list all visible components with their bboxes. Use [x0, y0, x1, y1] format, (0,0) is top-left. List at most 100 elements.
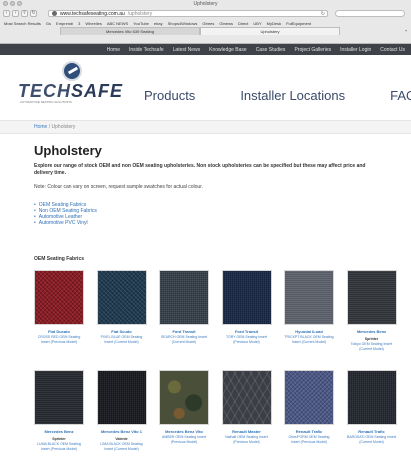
swatch-description[interactable]: AMBER OEM Seating Insert (Previous Model…: [159, 435, 209, 444]
swatch-card[interactable]: Ford Transit TORY OEM Seating Insert (Pre…: [221, 270, 272, 344]
fabric-swatch-image[interactable]: [159, 270, 209, 325]
techsafe-logo[interactable]: TECHSAFE AUTOMOTIVE SEATING SOLUTIONS: [18, 61, 138, 104]
swatch-title[interactable]: Renault Trafic: [347, 429, 397, 434]
tab-upholstery[interactable]: Upholstery: [200, 27, 340, 35]
swatch-title[interactable]: Mercedes Benz Vito: [159, 429, 209, 434]
site-nav-home[interactable]: Home: [107, 47, 120, 53]
swatch-title[interactable]: Ford Transit: [159, 329, 209, 334]
bookmark-item[interactable]: Direct: [238, 21, 248, 26]
swatch-card[interactable]: Ford Transit SEARCH OEM Seating Insert (C…: [159, 270, 209, 344]
share-icon[interactable]: ⇧: [21, 10, 28, 17]
fabric-swatch-image[interactable]: [159, 370, 209, 425]
site-nav-installer-login[interactable]: Installer Login: [340, 47, 371, 53]
fabric-swatch-image[interactable]: [96, 270, 147, 325]
swatch-title[interactable]: Renault Trafic: [284, 429, 334, 434]
bookmark-item[interactable]: 3: [78, 21, 80, 26]
swatch-subtitle: Valente: [115, 437, 128, 441]
swatch-card[interactable]: Fiat Ducato CROSS RED OEM Seating Insert …: [34, 270, 84, 344]
menu-faqs[interactable]: FAQs: [390, 88, 411, 103]
breadcrumb-home-link[interactable]: Home: [34, 124, 47, 130]
swatch-description[interactable]: Nathalt OEM Seating Insert (Previous Mod…: [222, 435, 272, 444]
swatch-description[interactable]: LIMA BLACK OEM Seating Insert (Current M…: [97, 442, 147, 451]
swatch-description[interactable]: TORY OEM Seating Insert (Previous Model): [222, 335, 272, 344]
tab-bar: Mercedes Vito 639 Seating Upholstery +: [0, 27, 411, 35]
main-menu: Products Installer Locations FAQs: [144, 88, 411, 103]
site-nav-case-studies[interactable]: Case Studies: [256, 47, 286, 53]
menu-installer-locations[interactable]: Installer Locations: [240, 88, 345, 103]
fabric-swatch-image[interactable]: [34, 370, 84, 425]
new-tab-button[interactable]: +: [401, 27, 411, 35]
swatch-description[interactable]: SEARCH OEM Seating Insert (Current Model…: [159, 335, 209, 344]
swatch-card[interactable]: Hyundai iLoad TRICKPT BLACK OEM Seating I…: [284, 270, 334, 344]
link-automotive-pvc-vinyl[interactable]: Automotive PVC Vinyl: [34, 220, 394, 226]
swatch-description[interactable]: LUMA BLACK OEM Seating Insert (Previous …: [34, 442, 84, 451]
bookmark-item[interactable]: Emprendi: [56, 21, 73, 26]
swatch-title[interactable]: Mercedes Benz: [347, 329, 397, 334]
fabric-swatch-image[interactable]: [34, 270, 84, 325]
bookmark-item[interactable]: Gs: [46, 21, 51, 26]
swatch-card[interactable]: Mercedes Benz Sprinter LUMA BLACK OEM Seat…: [34, 370, 84, 451]
swatch-description[interactable]: Olive/FORM OEM Seating Insert (Previous …: [284, 435, 334, 444]
bookmark-item[interactable]: Wheelies: [85, 21, 101, 26]
bookmark-item[interactable]: YouTube: [133, 21, 149, 26]
swatch-subtitle: Sprinter: [52, 437, 66, 441]
reload-icon[interactable]: ↻: [30, 10, 37, 17]
site-nav-latest-news[interactable]: Latest News: [173, 47, 201, 53]
swatch-description[interactable]: TRICKPT BLACK OEM Seating Insert (Curren…: [284, 335, 334, 344]
bookmark-item[interactable]: UBY: [253, 21, 261, 26]
bookmark-item[interactable]: Gtnews: [219, 21, 233, 26]
site-nav-contact-us[interactable]: Contact Us: [380, 47, 405, 53]
reload-small-icon[interactable]: ↻: [321, 11, 325, 17]
fabric-swatch-image[interactable]: [96, 370, 147, 425]
swatch-title[interactable]: Fiat Scudo: [97, 329, 147, 334]
site-nav-inside-techsafe[interactable]: Inside Techsafe: [129, 47, 164, 53]
swatch-card[interactable]: Renault Trafic Olive/FORM OEM Seating Ins…: [284, 370, 334, 444]
fabric-swatch-image[interactable]: [284, 370, 334, 425]
bookmark-item[interactable]: Shops4Windows: [168, 21, 198, 26]
bookmark-item[interactable]: ABC NEWS: [107, 21, 128, 26]
toolbar: ‹ › ⇧ ↻ www.techsafeseating.com.au /upho…: [0, 8, 411, 19]
back-button[interactable]: ‹: [3, 10, 10, 17]
site-nav-knowledge-base[interactable]: Knowledge Base: [209, 47, 247, 53]
intro-text: Explore our range of stock OEM and non O…: [34, 163, 366, 176]
main-content: Upholstery Explore our range of stock OE…: [34, 136, 394, 226]
swatch-title[interactable]: Fiat Ducato: [34, 329, 84, 334]
swatch-description[interactable]: CROSS RED OEM Seating Insert (Previous M…: [34, 335, 84, 344]
swatch-card[interactable]: Mercedes Benz Vito 1 Valente LIMA BLACK OE…: [96, 370, 147, 451]
swatch-description[interactable]: Tolkyo OEM Seating Insert (Current Model…: [347, 342, 397, 351]
colour-note: Note: Colour can vary on screen, request…: [34, 184, 203, 190]
swatch-card[interactable]: Renault Trafic BAROSATI OEM Seating Inser…: [346, 370, 397, 444]
bookmark-item[interactable]: ebay: [154, 21, 163, 26]
bookmark-item[interactable]: MyDesk: [267, 21, 281, 26]
breadcrumb-current: Upholstery: [51, 124, 76, 130]
forward-button[interactable]: ›: [12, 10, 19, 17]
fabric-swatch-image[interactable]: [284, 270, 334, 325]
swatch-description[interactable]: PIXEL BLUE OEM Seating Insert (Current M…: [97, 335, 147, 344]
bookmark-item[interactable]: FutEquipment: [286, 21, 311, 26]
menu-products[interactable]: Products: [144, 88, 195, 103]
swatch-title[interactable]: Ford Transit: [222, 329, 272, 334]
fabric-swatch-image[interactable]: [221, 270, 272, 325]
swatch-subtitle: Sprinter: [364, 337, 379, 341]
tab-mercedes-vito[interactable]: Mercedes Vito 639 Seating: [60, 27, 200, 35]
swatch-card[interactable]: Mercedes Benz Vito AMBER OEM Seating Inse…: [159, 370, 209, 444]
swatch-card[interactable]: Renault Master Nathalt OEM Seating Insert…: [221, 370, 272, 444]
logo-tagline: AUTOMOTIVE SEATING SOLUTIONS: [20, 100, 72, 104]
swatch-title[interactable]: Hyundai iLoad: [284, 329, 334, 334]
bookmark-item[interactable]: Gtrees: [202, 21, 214, 26]
swatch-card[interactable]: Fiat Scudo PIXEL BLUE OEM Seating Insert …: [96, 270, 147, 344]
swatch-title[interactable]: Mercedes Benz Vito 1: [97, 429, 147, 434]
search-input[interactable]: [335, 10, 405, 17]
fabric-swatch-image[interactable]: [346, 370, 397, 425]
bookmark-item[interactable]: Most Search Results: [4, 21, 41, 26]
swatch-card[interactable]: Mercedes Benz Sprinter Tolkyo OEM Seating …: [346, 270, 397, 351]
page-title: Upholstery: [34, 143, 102, 158]
logo-seat-icon: [62, 61, 82, 81]
swatch-description[interactable]: BAROSATI OEM Seating Insert (Current Mod…: [347, 435, 397, 444]
swatch-title[interactable]: Renault Master: [222, 429, 272, 434]
swatch-title[interactable]: Mercedes Benz: [34, 429, 84, 434]
site-nav-project-galleries[interactable]: Project Galleries: [294, 47, 331, 53]
fabric-swatch-image[interactable]: [221, 370, 272, 425]
address-bar[interactable]: www.techsafeseating.com.au /upholstery ↻: [48, 10, 328, 17]
fabric-swatch-image[interactable]: [346, 270, 397, 325]
